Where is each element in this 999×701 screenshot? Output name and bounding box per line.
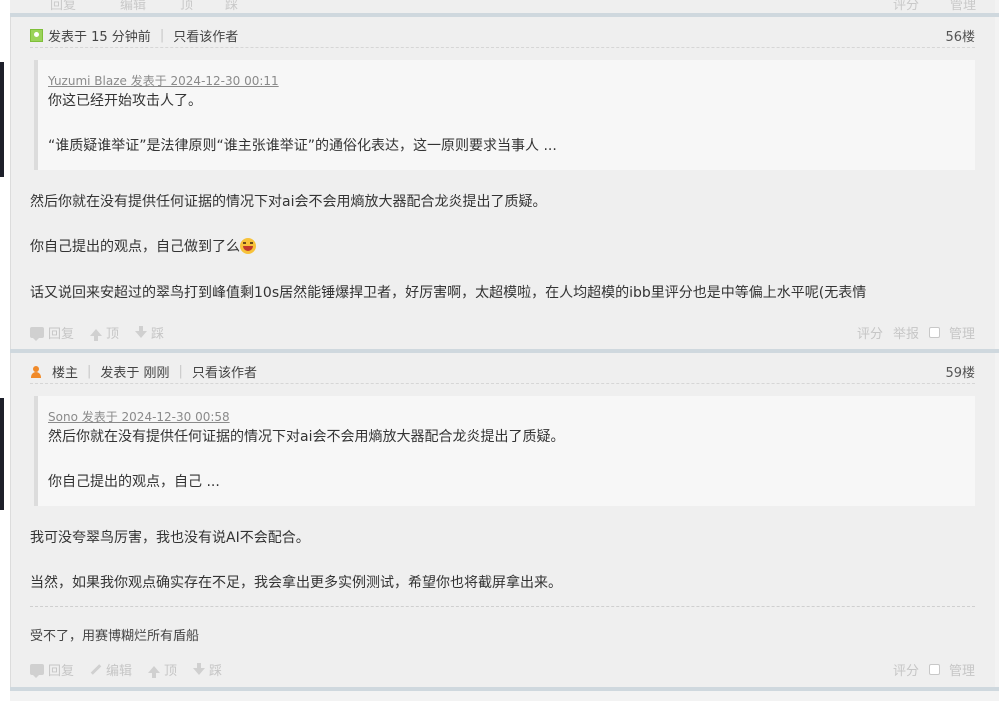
- rate-button[interactable]: 评分: [857, 323, 883, 342]
- post-header: 楼主 | 发表于 刚刚 | 只看该作者 59楼: [30, 360, 975, 384]
- quote-block: Sono 发表于 2024-12-30 00:58 然后你就在没有提供任何证据的…: [34, 396, 975, 506]
- divider: |: [178, 364, 183, 379]
- reply-button[interactable]: 回复: [30, 660, 74, 679]
- post-actions: 回复 顶 踩 评分 举报 管理: [30, 323, 975, 342]
- signature-text: 受不了，用赛博糊烂所有盾船: [30, 629, 200, 644]
- avatar-edge: [0, 398, 4, 510]
- upvote-button[interactable]: 顶: [90, 323, 119, 342]
- downvote-label: 踩: [151, 326, 165, 342]
- floor-number[interactable]: 59楼: [945, 362, 975, 381]
- report-button[interactable]: 举报: [893, 323, 919, 342]
- divider: |: [159, 28, 165, 43]
- thumb-down-icon: [135, 325, 148, 338]
- reply-link[interactable]: 回复: [50, 0, 76, 13]
- post-text: 我可没夸翠鸟厉害，我也没有说AI不会配合。: [30, 530, 310, 546]
- avatar-edge: [0, 62, 4, 177]
- post-56: 发表于 15 分钟前 | 只看该作者 56楼 Yuzumi Blaze 发表于 …: [10, 17, 995, 349]
- reply-label: 回复: [48, 663, 75, 679]
- reply-label: 回复: [48, 326, 75, 342]
- thumb-down-icon: [193, 662, 206, 675]
- post-time: 发表于 15 分钟前: [48, 30, 151, 45]
- post-text-line: 你自己提出的观点，自己做到了么: [30, 236, 256, 256]
- reply-button[interactable]: 回复: [30, 323, 74, 342]
- quote-text: 你这已经开始攻击人了。: [48, 93, 202, 109]
- post-text: 然后你就在没有提供任何证据的情况下对ai会不会用熵放大器配合龙炎提出了质疑。: [30, 194, 547, 210]
- manage-checkbox[interactable]: [928, 326, 940, 338]
- only-author-link[interactable]: 只看该作者: [192, 362, 257, 381]
- downvote-label: 踩: [209, 663, 223, 679]
- manage-button[interactable]: 管理: [949, 660, 975, 679]
- host-user-icon: [30, 365, 42, 378]
- upvote-button[interactable]: 顶: [148, 660, 177, 679]
- post-actions: 回复 编辑 顶 踩 评分 管理: [30, 660, 975, 679]
- post-time: 发表于 刚刚: [100, 366, 170, 381]
- downvote-button[interactable]: 踩: [193, 660, 222, 679]
- host-badge: 楼主: [52, 366, 79, 381]
- post-text: 你自己提出的观点，自己做到了么: [30, 239, 240, 255]
- quote-text: “谁质疑谁举证”是法律原则“谁主张谁举证”的通俗化表达，这一原则要求当事人 ..…: [48, 138, 557, 154]
- downvote-link[interactable]: 踩: [225, 0, 238, 13]
- edit-button[interactable]: 编辑: [90, 660, 132, 679]
- quote-author-link[interactable]: Sono 发表于 2024-12-30 00:58: [48, 408, 965, 426]
- post-actions-right: 评分 举报 管理: [857, 323, 975, 342]
- divider: |: [87, 364, 92, 379]
- signature-divider: [30, 606, 975, 607]
- laugh-emoji-icon: [240, 238, 256, 254]
- thumb-up-icon: [148, 665, 161, 678]
- reply-icon: [30, 326, 44, 341]
- thumb-up-icon: [90, 328, 103, 341]
- post-separator: [10, 687, 999, 691]
- manage-button[interactable]: 管理: [949, 323, 975, 342]
- upvote-label: 顶: [164, 663, 178, 679]
- quote-block: Yuzumi Blaze 发表于 2024-12-30 00:11 你这已经开始…: [34, 60, 975, 170]
- post-59: 楼主 | 发表于 刚刚 | 只看该作者 59楼 Sono 发表于 2024-12…: [10, 353, 995, 687]
- online-status-icon: [30, 29, 43, 42]
- rate-button[interactable]: 评分: [893, 660, 919, 679]
- post-actions-right: 评分 管理: [893, 660, 975, 679]
- post-text: 当然，如果我你观点确实存在不足，我会拿出更多实例测试，希望你也将截屏拿出来。: [30, 575, 562, 591]
- manage-checkbox[interactable]: [928, 663, 940, 675]
- previous-post-actions: 回复 编辑 顶 踩 评分 管理: [10, 0, 995, 13]
- reply-icon: [30, 663, 44, 678]
- pencil-icon: [90, 663, 102, 675]
- quote-author-link[interactable]: Yuzumi Blaze 发表于 2024-12-30 00:11: [48, 72, 965, 90]
- post-text: 话又说回来安超过的翠鸟打到峰值剩10s居然能锤爆捍卫者，好厉害啊，太超模啦，在人…: [30, 285, 867, 301]
- edit-link[interactable]: 编辑: [120, 0, 146, 13]
- only-author-link[interactable]: 只看该作者: [173, 26, 238, 45]
- quote-text: 你自己提出的观点，自己 ...: [48, 474, 220, 490]
- manage-link[interactable]: 管理: [950, 0, 976, 13]
- quote-text: 然后你就在没有提供任何证据的情况下对ai会不会用熵放大器配合龙炎提出了质疑。: [48, 429, 565, 445]
- post-header: 发表于 15 分钟前 | 只看该作者 56楼: [30, 24, 975, 48]
- upvote-label: 顶: [106, 326, 120, 342]
- rate-link[interactable]: 评分: [893, 0, 919, 13]
- floor-number[interactable]: 56楼: [945, 26, 975, 45]
- upvote-link[interactable]: 顶: [180, 0, 193, 13]
- downvote-button[interactable]: 踩: [135, 323, 164, 342]
- edit-label: 编辑: [106, 663, 133, 679]
